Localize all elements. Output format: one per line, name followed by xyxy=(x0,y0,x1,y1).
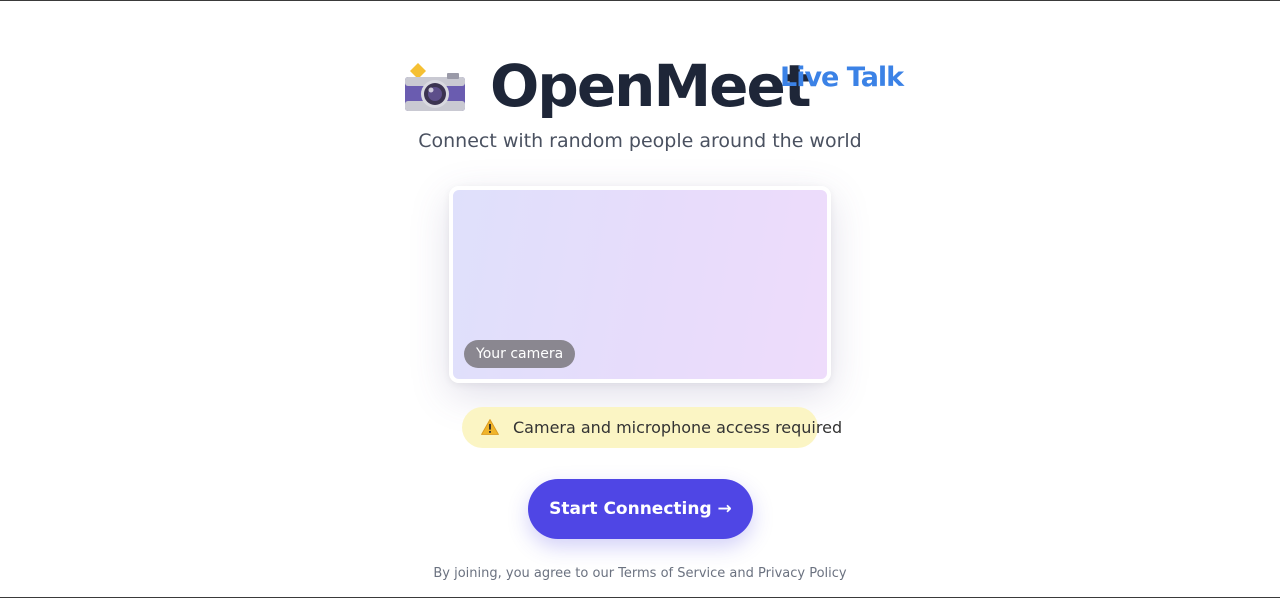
brand-name: OpenMeet xyxy=(490,52,812,120)
legal-footer: By joining, you agree to our Terms of Se… xyxy=(0,564,1280,584)
permission-notice-text: Camera and microphone access required xyxy=(513,418,843,437)
legal-footer-prefix: By joining, you agree to our xyxy=(433,566,619,581)
permission-notice: Camera and microphone access required xyxy=(462,407,842,448)
camera-with-flash-icon xyxy=(405,63,465,111)
terms-of-service-link[interactable]: Terms of Service xyxy=(618,566,725,581)
page: OpenMeet Live Talk Connect with random p… xyxy=(0,0,1280,598)
camera-preview: Your camera xyxy=(449,186,831,383)
page-subtitle: Connect with random people around the wo… xyxy=(418,130,862,152)
start-connecting-button[interactable]: Start Connecting → xyxy=(528,479,753,539)
brand-tagline: Live Talk xyxy=(780,62,904,93)
warning-icon xyxy=(481,419,499,435)
legal-footer-joiner: and xyxy=(725,566,759,581)
camera-preview-label: Your camera xyxy=(464,340,576,368)
privacy-policy-link[interactable]: Privacy Policy xyxy=(758,566,847,581)
header: OpenMeet Live Talk xyxy=(0,55,1280,123)
